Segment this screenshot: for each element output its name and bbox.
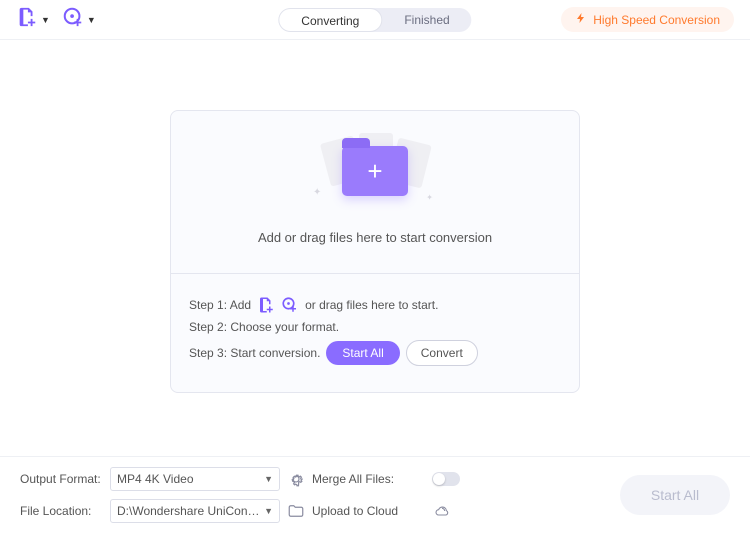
step-1: Step 1: Add or drag files here to start. [189,296,561,314]
upload-cloud-label: Upload to Cloud [312,504,432,518]
merge-files-toggle[interactable] [432,472,460,486]
open-folder-icon[interactable] [280,502,312,520]
bottombar: Output Format: MP4 4K Video ▼ Merge All … [0,456,750,535]
start-all-footer-button[interactable]: Start All [620,475,730,515]
lightning-icon [575,11,587,28]
add-file-icon [16,6,38,33]
tab-finished[interactable]: Finished [382,8,471,32]
cloud-icon[interactable] [432,503,482,519]
high-speed-button[interactable]: High Speed Conversion [561,7,734,32]
folder-art: ✦ ✦ + [315,133,435,208]
chevron-down-icon: ▼ [41,15,50,25]
main-area: ✦ ✦ + Add or drag files here to start co… [0,40,750,393]
chevron-down-icon: ▼ [87,15,96,25]
tab-converting[interactable]: Converting [278,8,382,32]
step-2: Step 2: Choose your format. [189,320,561,334]
topbar: ▼ ▼ Converting Finished High Speed Conve… [0,0,750,40]
output-format-value: MP4 4K Video [117,472,194,486]
output-format-select[interactable]: MP4 4K Video ▼ [110,467,280,491]
step-1-suffix: or drag files here to start. [305,298,438,312]
file-location-select[interactable]: D:\Wondershare UniConverter 1 ▼ [110,499,280,523]
add-folder-icon: + [342,146,408,196]
output-format-label: Output Format: [20,472,110,486]
dropzone-top: ✦ ✦ + Add or drag files here to start co… [171,111,579,273]
step-3: Step 3: Start conversion. Start All Conv… [189,340,561,366]
steps-panel: Step 1: Add or drag files here to start.… [171,273,579,392]
add-disc-icon[interactable] [281,296,299,314]
chevron-down-icon: ▼ [264,474,273,484]
topbar-left: ▼ ▼ [16,6,96,33]
merge-files-label: Merge All Files: [312,472,432,486]
add-disc-icon [62,6,84,33]
convert-button[interactable]: Convert [406,340,478,366]
dropzone[interactable]: ✦ ✦ + Add or drag files here to start co… [170,110,580,393]
add-file-button[interactable]: ▼ [16,6,50,33]
step-1-prefix: Step 1: Add [189,298,251,312]
file-location-label: File Location: [20,504,110,518]
start-all-button[interactable]: Start All [326,341,399,365]
high-speed-label: High Speed Conversion [593,13,720,27]
file-location-value: D:\Wondershare UniConverter 1 [117,504,260,518]
chevron-down-icon: ▼ [264,506,273,516]
dropzone-text: Add or drag files here to start conversi… [258,230,492,245]
add-file-icon[interactable] [257,296,275,314]
mode-tabs: Converting Finished [278,8,471,32]
add-disc-button[interactable]: ▼ [62,6,96,33]
settings-gear-icon[interactable] [280,470,312,488]
